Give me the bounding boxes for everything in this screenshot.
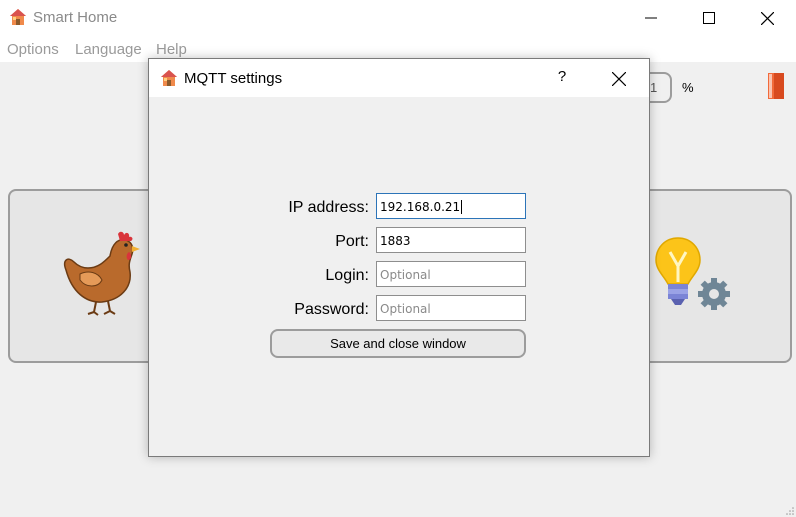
login-placeholder: Optional [380,268,431,282]
password-label: Password: [294,301,369,318]
resize-grip-icon[interactable] [786,507,794,515]
menu-language[interactable]: Language [75,41,142,58]
save-and-close-button[interactable]: Save and close window [270,329,526,358]
close-icon [760,11,774,25]
app-title: Smart Home [33,9,118,26]
chicken-icon [63,231,140,316]
login-input[interactable]: Optional [376,261,526,287]
minimize-button[interactable] [622,0,680,36]
unit-label: % [682,80,694,95]
house-icon [10,9,26,25]
close-icon [611,71,627,87]
dialog-title: MQTT settings [184,70,283,87]
maximize-button[interactable] [680,0,738,36]
password-input[interactable]: Optional [376,295,526,321]
menu-options[interactable]: Options [7,41,59,58]
help-button[interactable]: ? [549,68,575,90]
spinbox-value: 1 [650,80,658,95]
dialog-titlebar: MQTT settings ? [149,59,649,97]
port-value: 1883 [380,234,411,248]
minimize-icon [645,17,657,19]
maximize-icon [703,12,715,24]
exit-door-icon[interactable] [765,72,785,100]
lightbulb-gear-icon [655,237,730,310]
dialog-close-button[interactable] [607,68,631,90]
port-input[interactable]: 1883 [376,227,526,253]
password-placeholder: Optional [380,302,431,316]
close-button[interactable] [738,0,796,36]
ip-address-input[interactable]: 192.168.0.21 [376,193,526,219]
port-label: Port: [335,233,369,250]
house-icon [161,70,177,86]
ip-address-value: 192.168.0.21 [380,200,461,214]
ip-address-label: IP address: [288,199,369,216]
app-titlebar: Smart Home [0,0,796,36]
value-spinbox[interactable]: 1 [648,72,672,103]
mqtt-settings-dialog: MQTT settings ? IP address: 192.168.0.21… [148,58,650,457]
login-label: Login: [325,267,369,284]
menu-help[interactable]: Help [156,41,187,58]
text-caret [461,200,463,214]
